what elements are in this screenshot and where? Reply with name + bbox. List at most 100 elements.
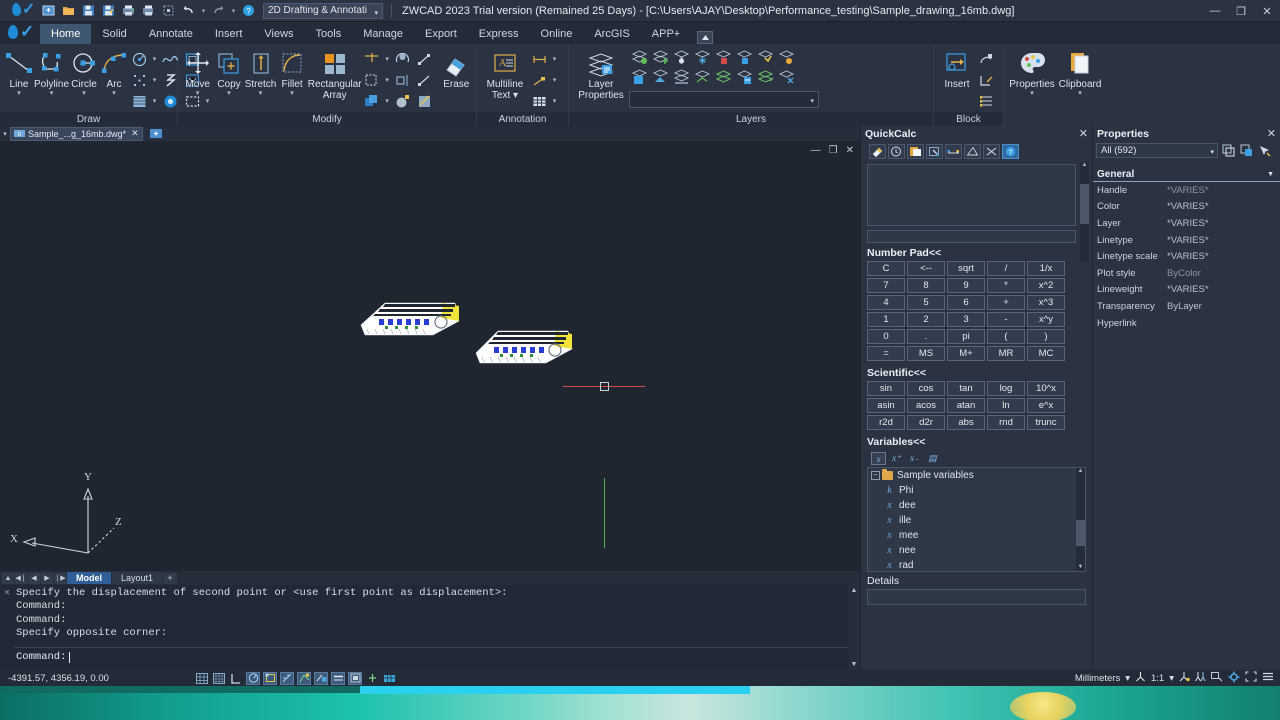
clear-history-icon[interactable] <box>888 144 905 159</box>
layer-previous-icon[interactable] <box>650 67 670 87</box>
key-trunc[interactable]: trunc <box>1027 415 1065 430</box>
expand-collapse-icon[interactable]: − <box>871 471 880 480</box>
key-log[interactable]: log <box>987 381 1025 396</box>
chevron-down-icon[interactable]: ▾ <box>17 90 21 97</box>
point-icon[interactable] <box>129 70 149 90</box>
key-plus[interactable]: + <box>987 295 1025 310</box>
scroll-up-icon[interactable]: ▲ <box>1080 162 1089 171</box>
tab-solid[interactable]: Solid <box>91 24 137 44</box>
scale-icon[interactable] <box>415 49 435 69</box>
paste-to-command-icon[interactable] <box>907 144 924 159</box>
undo-icon[interactable] <box>180 2 197 19</box>
scrollbar-thumb[interactable] <box>1076 520 1085 546</box>
modeltab-first-icon[interactable]: ◀❘ <box>15 573 27 584</box>
quickcalc-variables-header[interactable]: Variables<< <box>861 432 1092 450</box>
help-icon[interactable]: ? <box>240 2 257 19</box>
key-7[interactable]: 7 <box>867 278 905 293</box>
variable-tree-scrollbar[interactable]: ▲ ▼ <box>1076 468 1085 572</box>
tab-online[interactable]: Online <box>530 24 584 44</box>
document-tab-active[interactable]: D Sample_...g_16mb.dwg* ✕ <box>10 127 143 141</box>
grid-display-icon[interactable] <box>195 672 209 685</box>
canvas-close-button[interactable]: ✕ <box>846 145 854 156</box>
layer-states-icon[interactable] <box>629 67 649 87</box>
tab-tools[interactable]: Tools <box>305 24 353 44</box>
variable-item[interactable]: x mee <box>868 528 1085 543</box>
variable-tree-root[interactable]: − Sample variables <box>868 468 1085 483</box>
properties-selection-combo[interactable]: All (592) ▾ <box>1096 143 1218 158</box>
rotate-icon[interactable] <box>393 49 413 69</box>
key-5[interactable]: 5 <box>907 295 945 310</box>
tab-home[interactable]: Home <box>40 24 91 44</box>
close-icon[interactable]: ✕ <box>1079 127 1088 140</box>
chevron-down-icon[interactable]: ▾ <box>227 90 231 97</box>
modeltab-next-icon[interactable]: ▶ <box>41 573 53 584</box>
property-row-linetype-scale[interactable]: Linetype scale *VARIES* <box>1093 248 1280 265</box>
modify-fillet-button[interactable]: Fillet ▾ <box>276 47 307 97</box>
property-row-linetype[interactable]: Linetype *VARIES* <box>1093 232 1280 249</box>
chevron-down-icon[interactable]: ▾ <box>151 76 158 84</box>
chevron-down-icon[interactable]: ▾ <box>551 76 558 84</box>
layer-delete-icon[interactable] <box>776 67 796 87</box>
key-d2r[interactable]: d2r <box>907 415 945 430</box>
key-e-power[interactable]: e^x <box>1027 398 1065 413</box>
tab-layout1[interactable]: Layout1 <box>112 572 162 584</box>
edit-variable-icon[interactable]: x⁺ <box>889 452 904 465</box>
key-ten-power[interactable]: 10^x <box>1027 381 1065 396</box>
key-acos[interactable]: acos <box>907 398 945 413</box>
key-8[interactable]: 8 <box>907 278 945 293</box>
tab-express[interactable]: Express <box>468 24 530 44</box>
ribbon-minimize-button[interactable] <box>697 31 713 44</box>
key-close-paren[interactable]: ) <box>1027 329 1065 344</box>
variable-item[interactable]: x dee <box>868 498 1085 513</box>
chevron-down-icon[interactable]: ▾ <box>384 55 391 63</box>
key-cube[interactable]: x^3 <box>1027 295 1065 310</box>
quickcalc-numberpad-header[interactable]: Number Pad<< <box>861 243 1092 261</box>
modify-erase-button[interactable]: Erase <box>441 47 472 90</box>
minimize-button[interactable]: — <box>1202 0 1228 22</box>
key-cos[interactable]: cos <box>907 381 945 396</box>
quickcalc-variable-tree[interactable]: − Sample variables k Phi x dee x ille x … <box>867 467 1086 572</box>
property-row-layer[interactable]: Layer *VARIES* <box>1093 215 1280 232</box>
chevron-down-icon[interactable]: ▾ <box>259 90 263 97</box>
modify-copy-button[interactable]: Copy ▾ <box>213 47 244 97</box>
key-reciprocal[interactable]: 1/x <box>1027 261 1065 276</box>
workspace-switch-icon[interactable] <box>1211 671 1223 685</box>
quick-properties-icon[interactable] <box>365 672 379 685</box>
key-memory-store[interactable]: MS <box>907 346 945 361</box>
workspace-selector[interactable]: 2D Drafting & Annotati ▾ <box>263 3 383 19</box>
help-icon[interactable]: ? <box>1002 144 1019 159</box>
object-snap-icon[interactable] <box>263 672 277 685</box>
draw-polyline-button[interactable]: Polyline ▾ <box>34 47 69 97</box>
chevron-down-icon[interactable]: ▾ <box>82 90 86 97</box>
matchprop-icon[interactable] <box>415 91 435 111</box>
explode-icon[interactable] <box>393 91 413 111</box>
key-backspace[interactable]: <-- <box>907 261 945 276</box>
save-as-icon[interactable] <box>100 2 117 19</box>
annotation-scale-icon[interactable] <box>1135 671 1146 685</box>
chevron-down-icon[interactable]: ▾ <box>151 55 158 63</box>
drawing-object-left[interactable] <box>355 291 465 346</box>
maximize-button[interactable]: ❐ <box>1228 0 1254 22</box>
properties-palette-button[interactable]: Properties ▾ <box>1008 47 1056 97</box>
variable-item[interactable]: x rad <box>868 558 1085 572</box>
key-power[interactable]: x^y <box>1027 312 1065 327</box>
key-2[interactable]: 2 <box>907 312 945 327</box>
draw-arc-button[interactable]: Arc ▾ <box>99 47 129 97</box>
chevron-down-icon[interactable]: ▾ <box>196 90 200 97</box>
key-rnd[interactable]: rnd <box>987 415 1025 430</box>
settings-gear-icon[interactable] <box>1228 671 1240 686</box>
stretch2-icon[interactable] <box>415 70 435 90</box>
key-minus[interactable]: - <box>987 312 1025 327</box>
properties-group-general[interactable]: General ▼ <box>1093 168 1280 182</box>
drawing-canvas[interactable]: — ❐ ✕ <box>0 141 860 571</box>
new-variable-icon[interactable]: x <box>871 452 886 465</box>
quickcalc-details-header[interactable]: Details <box>861 572 1092 589</box>
key-pi[interactable]: pi <box>947 329 985 344</box>
chevron-down-icon[interactable]: ▾ <box>1078 90 1082 97</box>
selection-cycling-icon[interactable] <box>382 672 396 685</box>
variable-item[interactable]: x nee <box>868 543 1085 558</box>
key-sqrt[interactable]: sqrt <box>947 261 985 276</box>
layer-lock-icon[interactable] <box>713 47 733 67</box>
redo-dropdown-caret-icon[interactable]: ▾ <box>230 2 237 19</box>
modify-array-button[interactable]: Rectangular Array <box>308 47 362 101</box>
